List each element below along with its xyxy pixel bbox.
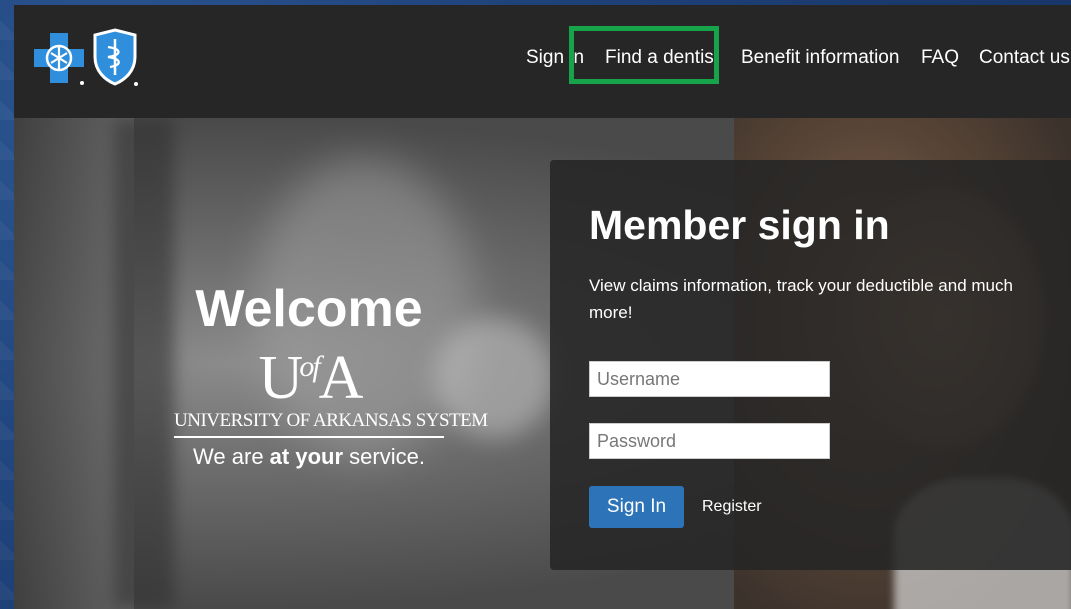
password-input[interactable]: [589, 423, 830, 459]
background-blur: [114, 118, 174, 609]
screenshot-frame: Sign in Find a dentist Benefit informati…: [0, 0, 1071, 609]
username-input[interactable]: [589, 361, 830, 397]
bluecross-icon[interactable]: [32, 31, 86, 85]
service-tagline: We are at your service.: [193, 444, 425, 469]
site-header: Sign in Find a dentist Benefit informati…: [14, 5, 1071, 118]
welcome-title: Welcome: [195, 280, 423, 338]
nav-benefit-information[interactable]: Benefit information: [741, 45, 899, 71]
hero-background: Welcome UofA UNIVERSITY OF ARKANSAS SYST…: [14, 118, 1071, 609]
signin-description: View claims information, track your dedu…: [589, 276, 1013, 322]
nav-contact-us[interactable]: Contact us: [979, 45, 1070, 71]
signin-title: Member sign in: [589, 202, 890, 248]
member-signin-panel: Member sign in View claims information, …: [550, 160, 1071, 570]
nav-faq[interactable]: FAQ: [921, 45, 959, 71]
page: Sign in Find a dentist Benefit informati…: [14, 5, 1071, 609]
register-link[interactable]: Register: [702, 498, 762, 516]
sign-in-button[interactable]: Sign In: [589, 486, 684, 528]
blueshield-icon[interactable]: [92, 27, 138, 87]
system-name: UNIVERSITY OF ARKANSAS SYSTEM: [174, 410, 488, 438]
highlight-box: [569, 26, 719, 84]
welcome-block: Welcome UofA UNIVERSITY OF ARKANSAS SYST…: [174, 280, 488, 470]
uofa-logo: UofA: [258, 344, 364, 412]
